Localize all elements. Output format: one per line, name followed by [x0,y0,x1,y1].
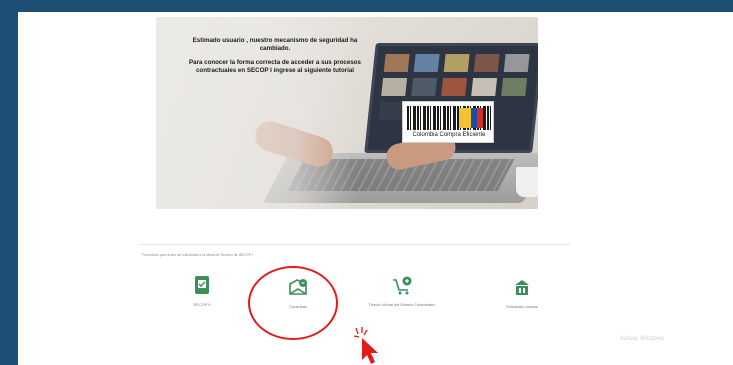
tile-label-tienda-virtual: Tienda Virtual del Estado Colombiano [368,302,436,307]
tile-tienda-virtual[interactable]: Tienda Virtual del Estado Colombiano [362,274,442,307]
banner-message: Estimado usuario , nuestro mecanismo de … [184,37,366,81]
intro-text: Formulario para envío de solicitudes a l… [142,253,253,257]
pointer-cursor-icon [353,327,378,364]
divider [140,244,570,245]
entidades-icon [482,276,562,298]
logo-text: Colombia Compra Eficiente [412,132,486,138]
highlight-circle [248,266,338,340]
security-banner[interactable]: Estimado usuario , nuestro mecanismo de … [156,17,538,209]
tile-secop-ii[interactable]: SECOP II [162,274,242,307]
colombia-compra-logo: Colombia Compra Eficiente [402,101,494,143]
tile-label-secop-ii: SECOP II [193,302,211,307]
coffee-cup [516,167,538,197]
secop-ii-icon [162,274,242,296]
tile-label-entidades: Entidades Unidas [506,304,538,309]
activation-watermark: Activar Windows [620,336,665,342]
tienda-virtual-icon [362,274,442,296]
banner-line-1: Estimado usuario , nuestro mecanismo de … [192,37,358,52]
tile-entidades[interactable]: Entidades Unidas [482,276,562,309]
banner-line-2: Para conocer la forma correcta de accede… [189,59,361,74]
